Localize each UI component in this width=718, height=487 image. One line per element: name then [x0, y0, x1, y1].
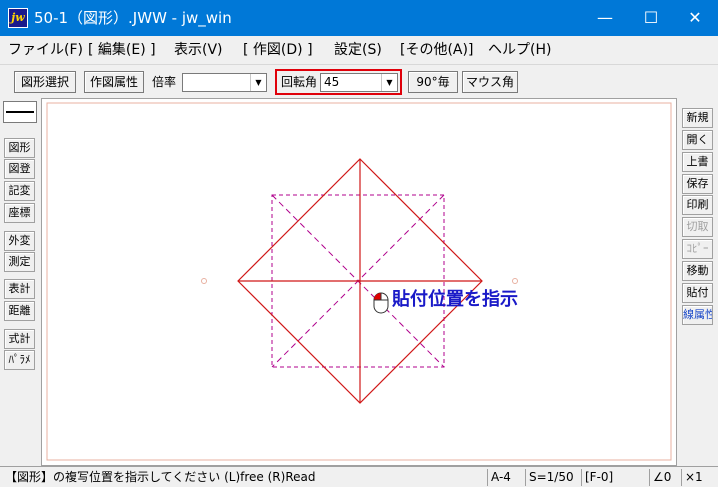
scale-combo[interactable]: ▼ — [182, 73, 267, 92]
drawing-svg — [46, 102, 672, 461]
menu-file[interactable]: ファイル(F) — [8, 41, 83, 59]
file-save-button[interactable]: 保存 — [682, 174, 713, 194]
menu-help[interactable]: ヘルプ(H) — [488, 41, 551, 59]
tool-parameter[interactable]: ﾊﾟﾗﾒ — [4, 350, 35, 370]
maximize-button[interactable]: ☐ — [628, 0, 674, 36]
paste-button[interactable]: 貼付 — [682, 283, 713, 303]
tool-formula-calc[interactable]: 式計 — [4, 329, 35, 349]
drawing-canvas[interactable]: 貼付位置を指示 — [41, 98, 677, 466]
copy-button[interactable]: ｺﾋﾟｰ — [682, 239, 713, 259]
chevron-down-icon[interactable]: ▼ — [250, 74, 266, 91]
cut-button[interactable]: 切取 — [682, 217, 713, 237]
file-open-button[interactable]: 開く — [682, 130, 713, 150]
tool-table-calc[interactable]: 表計 — [4, 279, 35, 299]
paper-size[interactable]: A-4 — [487, 469, 525, 486]
line-type-indicator[interactable] — [3, 101, 37, 123]
tool-figure-register[interactable]: 図登 — [4, 159, 35, 179]
tool-distance[interactable]: 距離 — [4, 301, 35, 321]
left-tool-panel: 図形 図登 記変 座標 外変 測定 表計 距離 式計 ﾊﾟﾗﾒ — [0, 98, 40, 466]
window-title: 50-1（図形）.JWW - jw_win — [34, 9, 232, 27]
title-bar: jw 50-1（図形）.JWW - jw_win — ☐ ✕ — [0, 0, 718, 36]
menu-view[interactable]: 表示(V) — [174, 41, 223, 59]
reference-point — [512, 278, 518, 284]
print-button[interactable]: 印刷 — [682, 195, 713, 215]
menu-draw[interactable]: [ 作図(D) ] — [243, 41, 313, 59]
minimize-button[interactable]: — — [582, 0, 628, 36]
tool-measure[interactable]: 測定 — [4, 252, 35, 272]
rotate-90-button[interactable]: 90°毎 — [408, 71, 458, 93]
angle-indicator[interactable]: ∠0 — [649, 469, 681, 486]
reference-point — [201, 278, 207, 284]
zoom-indicator[interactable]: ×1 — [681, 469, 716, 486]
rotation-highlight — [275, 69, 402, 95]
mouse-angle-button[interactable]: マウス角 — [462, 71, 518, 93]
tool-external-convert[interactable]: 外変 — [4, 231, 35, 251]
drawing-scale[interactable]: S=1/50 — [525, 469, 581, 486]
right-tool-panel: 新規 開く 上書 保存 印刷 切取 ｺﾋﾟｰ 移動 貼付 線属性 — [678, 98, 718, 466]
close-button[interactable]: ✕ — [672, 0, 718, 36]
menu-other[interactable]: [その他(A)] — [400, 41, 473, 59]
layer-indicator[interactable]: [F-0] — [581, 469, 625, 486]
move-button[interactable]: 移動 — [682, 261, 713, 281]
line-attribute-button[interactable]: 線属性 — [682, 305, 713, 325]
select-shape-button[interactable]: 図形選択 — [14, 71, 76, 93]
file-overwrite-button[interactable]: 上書 — [682, 152, 713, 172]
scale-label: 倍率 — [152, 75, 177, 89]
draw-attribute-button[interactable]: 作図属性 — [84, 71, 144, 93]
file-new-button[interactable]: 新規 — [682, 108, 713, 128]
tool-figure[interactable]: 図形 — [4, 138, 35, 158]
mouse-cursor-icon — [373, 292, 389, 314]
status-message: 【図形】の複写位置を指示してください (L)free (R)Read — [5, 470, 316, 484]
paste-position-hint: 貼付位置を指示 — [392, 289, 518, 310]
tool-symbol-convert[interactable]: 記変 — [4, 181, 35, 201]
menu-bar: ファイル(F) [ 編集(E) ] 表示(V) [ 作図(D) ] 設定(S) … — [0, 36, 718, 64]
menu-edit[interactable]: [ 編集(E) ] — [88, 41, 156, 59]
status-bar: 【図形】の複写位置を指示してください (L)free (R)Read A-4 S… — [0, 466, 718, 487]
menu-settings[interactable]: 設定(S) — [334, 41, 382, 59]
tool-coordinates[interactable]: 座標 — [4, 203, 35, 223]
app-icon: jw — [8, 8, 28, 28]
